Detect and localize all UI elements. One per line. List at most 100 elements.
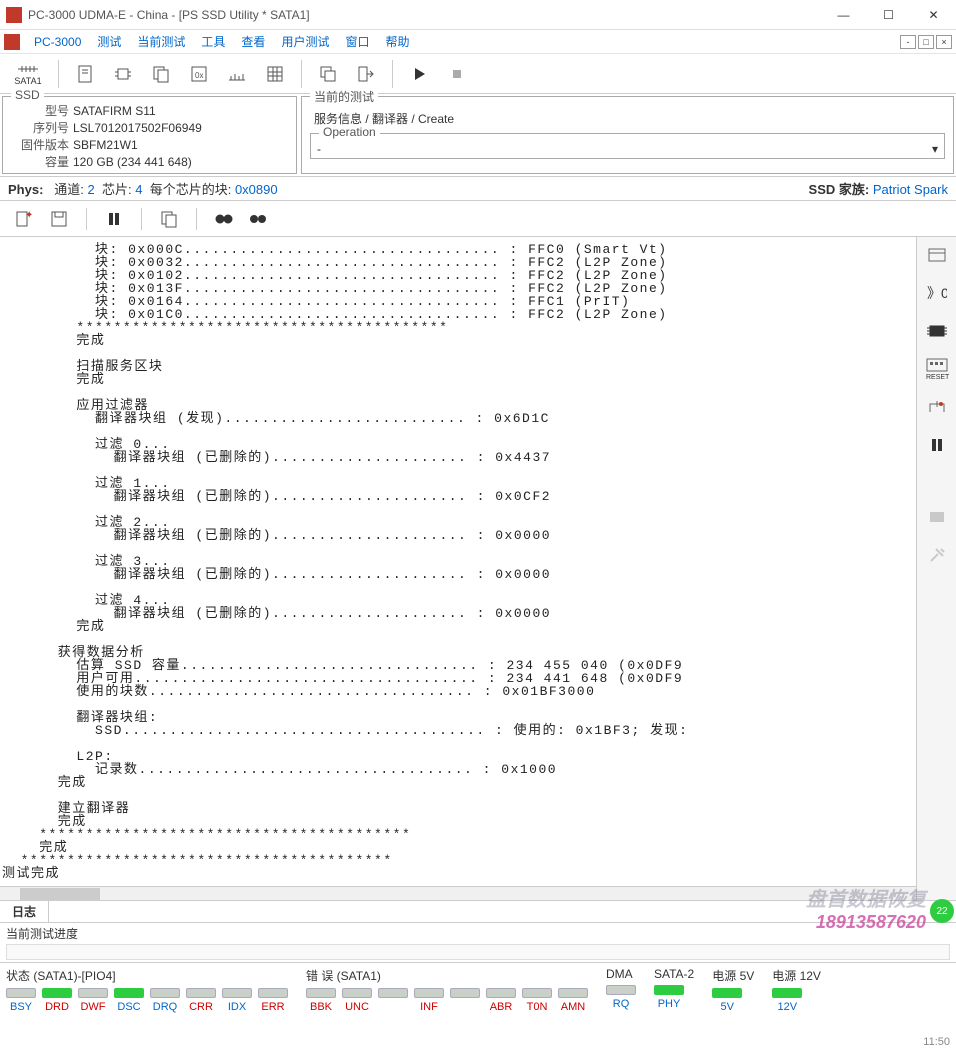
tb-btn-1[interactable]	[69, 58, 101, 90]
led-indicator	[712, 988, 742, 998]
menu-view[interactable]: 查看	[233, 31, 273, 52]
dropdown-icon[interactable]: ▾	[932, 142, 938, 156]
led-indicator	[222, 988, 252, 998]
tb2-btn-new[interactable]: ✦	[10, 206, 36, 232]
tb2-btn-copy[interactable]	[156, 206, 182, 232]
status-group-title: SATA-2	[654, 967, 694, 981]
maximize-button[interactable]: ☐	[866, 0, 911, 30]
menu-test[interactable]: 测试	[89, 31, 129, 52]
sb-btn-2[interactable]: 》0«	[923, 281, 951, 305]
sb-btn-5[interactable]	[923, 395, 951, 419]
sb-reset-button[interactable]: RESET	[923, 357, 951, 381]
tb2-btn-save[interactable]	[46, 206, 72, 232]
led-item: ERR	[258, 988, 288, 1013]
log-toolbar: ✦	[0, 201, 956, 237]
mdi-restore[interactable]: □	[918, 35, 934, 49]
led-indicator	[150, 988, 180, 998]
tb-btn-6[interactable]	[259, 58, 291, 90]
tb-btn-8[interactable]	[350, 58, 382, 90]
led-label: INF	[414, 1001, 444, 1013]
led-item	[378, 988, 408, 1013]
titlebar: PC-3000 UDMA-E - China - [PS SSD Utility…	[0, 0, 956, 30]
close-button[interactable]: ✕	[911, 0, 956, 30]
tb-btn-3[interactable]	[145, 58, 177, 90]
tabs: 日志	[0, 900, 956, 922]
status-group-title: DMA	[606, 967, 636, 981]
led-item: DRD	[42, 988, 72, 1013]
status-area: 状态 (SATA1)-[PIO4]BSYDRDDWFDSCDRQCRRIDXER…	[0, 963, 956, 1017]
document-icon	[75, 64, 95, 84]
sb-btn-tools[interactable]	[923, 543, 951, 567]
copy-icon	[160, 210, 178, 228]
sata-port-button[interactable]: SATA1	[8, 58, 48, 90]
hex-icon: 0x	[189, 64, 209, 84]
led-item: DSC	[114, 988, 144, 1013]
menu-help[interactable]: 帮助	[377, 31, 417, 52]
play-button[interactable]	[403, 58, 435, 90]
stop-button[interactable]	[441, 58, 473, 90]
led-item: AMN	[558, 988, 588, 1013]
svg-text:✦: ✦	[25, 210, 32, 221]
green-badge: 22	[930, 899, 954, 923]
ssd-info-panel: SSD 型号SATAFIRM S11 序列号LSL7012017502F0694…	[2, 96, 297, 174]
led-indicator	[186, 988, 216, 998]
led-indicator	[606, 985, 636, 995]
mdi-close[interactable]: ×	[936, 35, 952, 49]
exit-icon	[356, 64, 376, 84]
log-output[interactable]: 块: 0x000C...............................…	[0, 237, 916, 886]
status-group-title: 错 误 (SATA1)	[306, 967, 588, 984]
menu-current-test[interactable]: 当前测试	[129, 31, 193, 52]
led-item: DRQ	[150, 988, 180, 1013]
svg-text:0x: 0x	[195, 71, 203, 80]
led-label: T0N	[522, 1001, 552, 1013]
led-item: IDX	[222, 988, 252, 1013]
tb2-btn-find[interactable]	[211, 206, 237, 232]
led-indicator	[772, 988, 802, 998]
minimize-button[interactable]: —	[821, 0, 866, 30]
led-indicator	[486, 988, 516, 998]
led-indicator	[450, 988, 480, 998]
led-label: 12V	[772, 1001, 802, 1013]
led-item: 12V	[772, 988, 802, 1013]
sb-pause-button[interactable]	[923, 433, 951, 457]
menu-user-test[interactable]: 用户测试	[273, 31, 337, 52]
copy-icon	[151, 64, 171, 84]
status-group-title: 电源 12V	[772, 967, 821, 984]
sb-btn-1[interactable]	[923, 243, 951, 267]
ssd-panel-title: SSD	[11, 88, 44, 102]
led-label: RQ	[606, 998, 636, 1010]
tb-btn-4[interactable]: 0x	[183, 58, 215, 90]
menu-window[interactable]: 窗口	[337, 31, 377, 52]
tb-btn-7[interactable]	[312, 58, 344, 90]
tab-log[interactable]: 日志	[0, 901, 49, 922]
tb2-btn-find-next[interactable]	[247, 206, 273, 232]
tb-btn-2[interactable]	[107, 58, 139, 90]
led-label: UNC	[342, 1001, 372, 1013]
stop-icon	[449, 66, 465, 82]
led-indicator	[42, 988, 72, 998]
main-toolbar: SATA1 0x	[0, 54, 956, 94]
svg-text:》0«: 》0«	[927, 285, 947, 301]
sb-btn-chip-gray[interactable]	[923, 505, 951, 529]
menu-pc3000[interactable]: PC-3000	[26, 33, 89, 51]
mdi-minimize[interactable]: -	[900, 35, 916, 49]
led-indicator	[378, 988, 408, 998]
operation-value: -	[317, 142, 932, 156]
stack-icon	[318, 64, 338, 84]
horizontal-scrollbar[interactable]	[0, 886, 916, 900]
card-icon	[927, 246, 947, 264]
status-group: 错 误 (SATA1)BBKUNCINFABRT0NAMN	[306, 967, 588, 1013]
app-icon	[6, 7, 22, 23]
led-item: INF	[414, 988, 444, 1013]
sb-btn-3[interactable]	[923, 319, 951, 343]
tb2-btn-pause[interactable]	[101, 206, 127, 232]
phys-info-row: Phys: 通道: 2 芯片: 4 每个芯片的块: 0x0890 SSD 家族:…	[0, 177, 956, 201]
status-group: SATA-2PHY	[654, 967, 694, 1013]
led-label: IDX	[222, 1001, 252, 1013]
window-title: PC-3000 UDMA-E - China - [PS SSD Utility…	[28, 8, 821, 22]
menu-tools[interactable]: 工具	[193, 31, 233, 52]
tb-btn-5[interactable]	[221, 58, 253, 90]
info-panels: SSD 型号SATAFIRM S11 序列号LSL7012017502F0694…	[0, 94, 956, 177]
phys-chips: 4	[135, 182, 142, 197]
led-item: BSY	[6, 988, 36, 1013]
